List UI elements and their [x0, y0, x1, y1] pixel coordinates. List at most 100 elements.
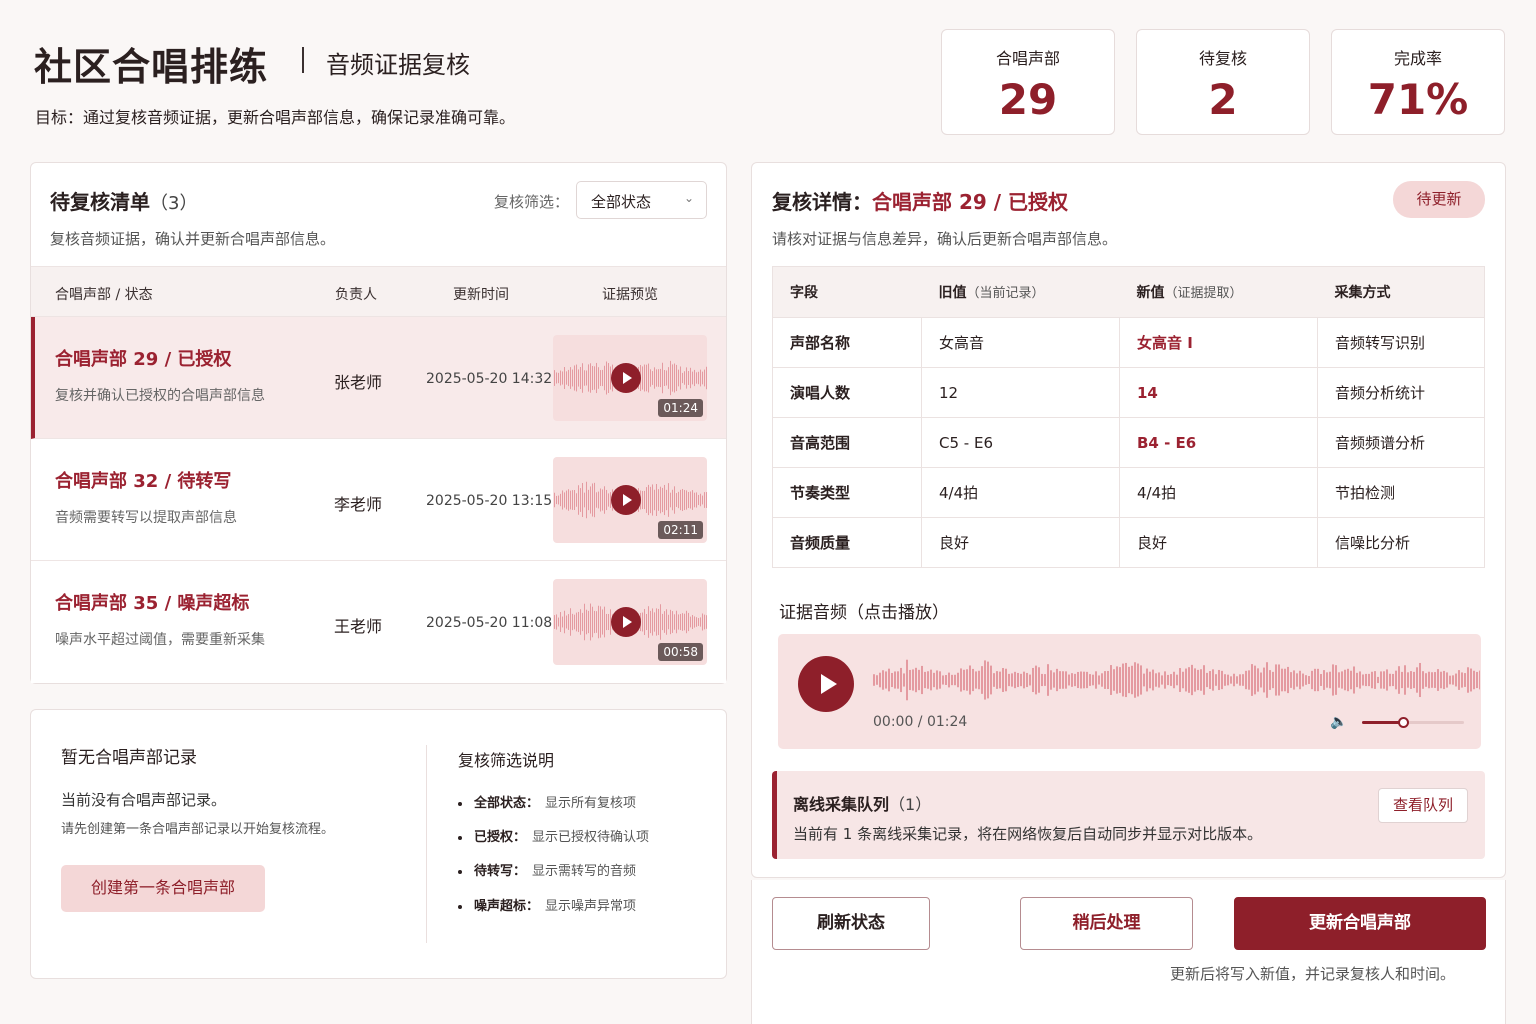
waveform-bar	[1266, 662, 1268, 698]
page-goal: 目标：通过复核音频证据，更新合唱声部信息，确保记录准确可靠。	[35, 108, 516, 127]
play-icon[interactable]	[611, 607, 641, 637]
play-icon[interactable]	[798, 656, 854, 712]
stat-label: 完成率	[1393, 49, 1442, 68]
waveform-bar	[1119, 667, 1121, 693]
waveform-bar	[1260, 672, 1262, 688]
waveform-bar	[686, 490, 687, 510]
waveform-bar	[1317, 668, 1319, 692]
waveform-bar	[1248, 670, 1250, 690]
queue-row[interactable]: 合唱声部 32 / 待转写 音频需要转写以提取声部信息 李老师 2025-05-…	[31, 439, 726, 561]
waveform-bar	[1062, 671, 1064, 689]
waveform-bar	[670, 360, 671, 396]
waveform-bar	[592, 606, 593, 638]
waveform-bar	[1335, 665, 1337, 695]
detail-title-target: 合唱声部 29 / 已授权	[872, 190, 1069, 214]
waveform-bar	[676, 610, 677, 634]
waveform-bar	[1164, 671, 1166, 689]
new-value-cell: 14	[1119, 367, 1318, 418]
waveform-bar	[1329, 671, 1331, 689]
waveform-bar	[596, 492, 597, 508]
waveform-bar	[957, 672, 959, 688]
waveform-bar	[1458, 670, 1460, 690]
waveform-bar	[906, 659, 908, 701]
waveform-bar	[1146, 668, 1148, 692]
waveform-bar	[568, 614, 569, 630]
waveform-bar	[692, 614, 693, 630]
waveform-bar	[692, 371, 693, 385]
empty-title: 暂无合唱声部记录	[61, 748, 197, 768]
queue-row[interactable]: 合唱声部 29 / 已授权 复核并确认已授权的合唱声部信息 张老师 2025-0…	[31, 317, 726, 439]
waveform-bar	[704, 492, 705, 508]
waveform-bar	[570, 490, 571, 510]
title-divider	[302, 47, 304, 73]
waveform-bar	[1428, 671, 1430, 689]
waveform-bar	[674, 363, 675, 393]
waveform-bar	[608, 363, 609, 393]
waveform-bar	[1122, 663, 1124, 697]
waveform-bar	[598, 367, 599, 389]
audio-thumbnail[interactable]: 01:24	[553, 335, 707, 421]
waveform-bar	[1437, 669, 1439, 691]
row-desc: 复核并确认已授权的合唱声部信息	[55, 388, 265, 404]
volume-handle[interactable]	[1397, 717, 1409, 728]
stat-label: 待复核	[1198, 49, 1247, 68]
waveform-bar	[686, 367, 687, 389]
audio-thumbnail[interactable]: 00:58	[553, 579, 707, 665]
col-header-evidence: 证据预览	[602, 287, 658, 303]
update-voice-button[interactable]: 更新合唱声部	[1234, 897, 1486, 950]
audio-thumbnail[interactable]: 02:11	[553, 457, 707, 543]
waveform-bar	[1308, 676, 1310, 684]
waveform-bar	[554, 492, 555, 508]
method-cell: 音频转写识别	[1317, 317, 1485, 368]
waveform-bar	[903, 673, 905, 687]
waveform-bar	[702, 371, 703, 385]
waveform-bar	[690, 616, 691, 628]
waveform-bar	[1464, 673, 1466, 687]
waveform-bar	[564, 492, 565, 508]
waveform-bar	[570, 367, 571, 389]
waveform-bar	[1200, 669, 1202, 691]
waveform-bar	[560, 370, 561, 386]
waveform-bar	[566, 371, 567, 385]
method-cell: 音频分析统计	[1317, 367, 1485, 418]
waveform-bar	[1152, 669, 1154, 691]
play-icon[interactable]	[611, 363, 641, 393]
waveform-bar	[1179, 668, 1181, 692]
create-first-voice-button[interactable]: 创建第一条合唱声部	[61, 865, 265, 912]
waveform-bar	[656, 484, 657, 516]
waveform-bar	[1113, 669, 1115, 691]
stat-card-completion: 完成率 71%	[1331, 29, 1505, 135]
waveform-bar	[1014, 671, 1016, 689]
volume-slider[interactable]	[1362, 717, 1464, 728]
col-header-owner: 负责人	[335, 287, 377, 303]
status-filter-select[interactable]: 全部状态 ⌄	[576, 181, 707, 219]
waveform-bar	[678, 614, 679, 630]
waveform-bar	[1065, 671, 1067, 689]
waveform-bar	[554, 615, 555, 629]
waveform-bar	[1212, 669, 1214, 691]
queue-row[interactable]: 合唱声部 35 / 噪声超标 噪声水平超过阈值，需要重新采集 王老师 2025-…	[31, 561, 726, 683]
waveform-bar	[572, 613, 573, 631]
waveform-bar	[873, 674, 875, 686]
waveform-bar	[590, 363, 591, 393]
waveform-bar	[1290, 672, 1292, 688]
offline-queue-desc: 当前有 1 条离线采集记录，将在网络恢复后自动同步并显示对比版本。	[793, 825, 1263, 843]
view-queue-button[interactable]: 查看队列	[1378, 788, 1468, 823]
waveform-bar	[1434, 672, 1436, 688]
waveform-bar	[1224, 674, 1226, 686]
volume-icon[interactable]: 🔈	[1330, 714, 1347, 730]
waveform-bar	[1083, 671, 1085, 689]
waveform-bar	[584, 370, 585, 386]
waveform-bar	[1044, 674, 1046, 686]
play-icon[interactable]	[611, 485, 641, 515]
process-later-button[interactable]: 稍后处理	[1020, 897, 1193, 950]
refresh-status-button[interactable]: 刷新状态	[772, 897, 930, 950]
waveform-bar	[1185, 668, 1187, 692]
waveform-graphic[interactable]	[872, 658, 1480, 702]
waveform-bar	[706, 366, 707, 390]
offline-queue-banner: 离线采集队列（1） 当前有 1 条离线采集记录，将在网络恢复后自动同步并显示对比…	[772, 771, 1485, 859]
waveform-bar	[704, 369, 705, 387]
row-owner: 张老师	[334, 373, 383, 392]
col-header-new: 新值（证据提取）	[1119, 266, 1318, 318]
waveform-bar	[1002, 668, 1004, 692]
